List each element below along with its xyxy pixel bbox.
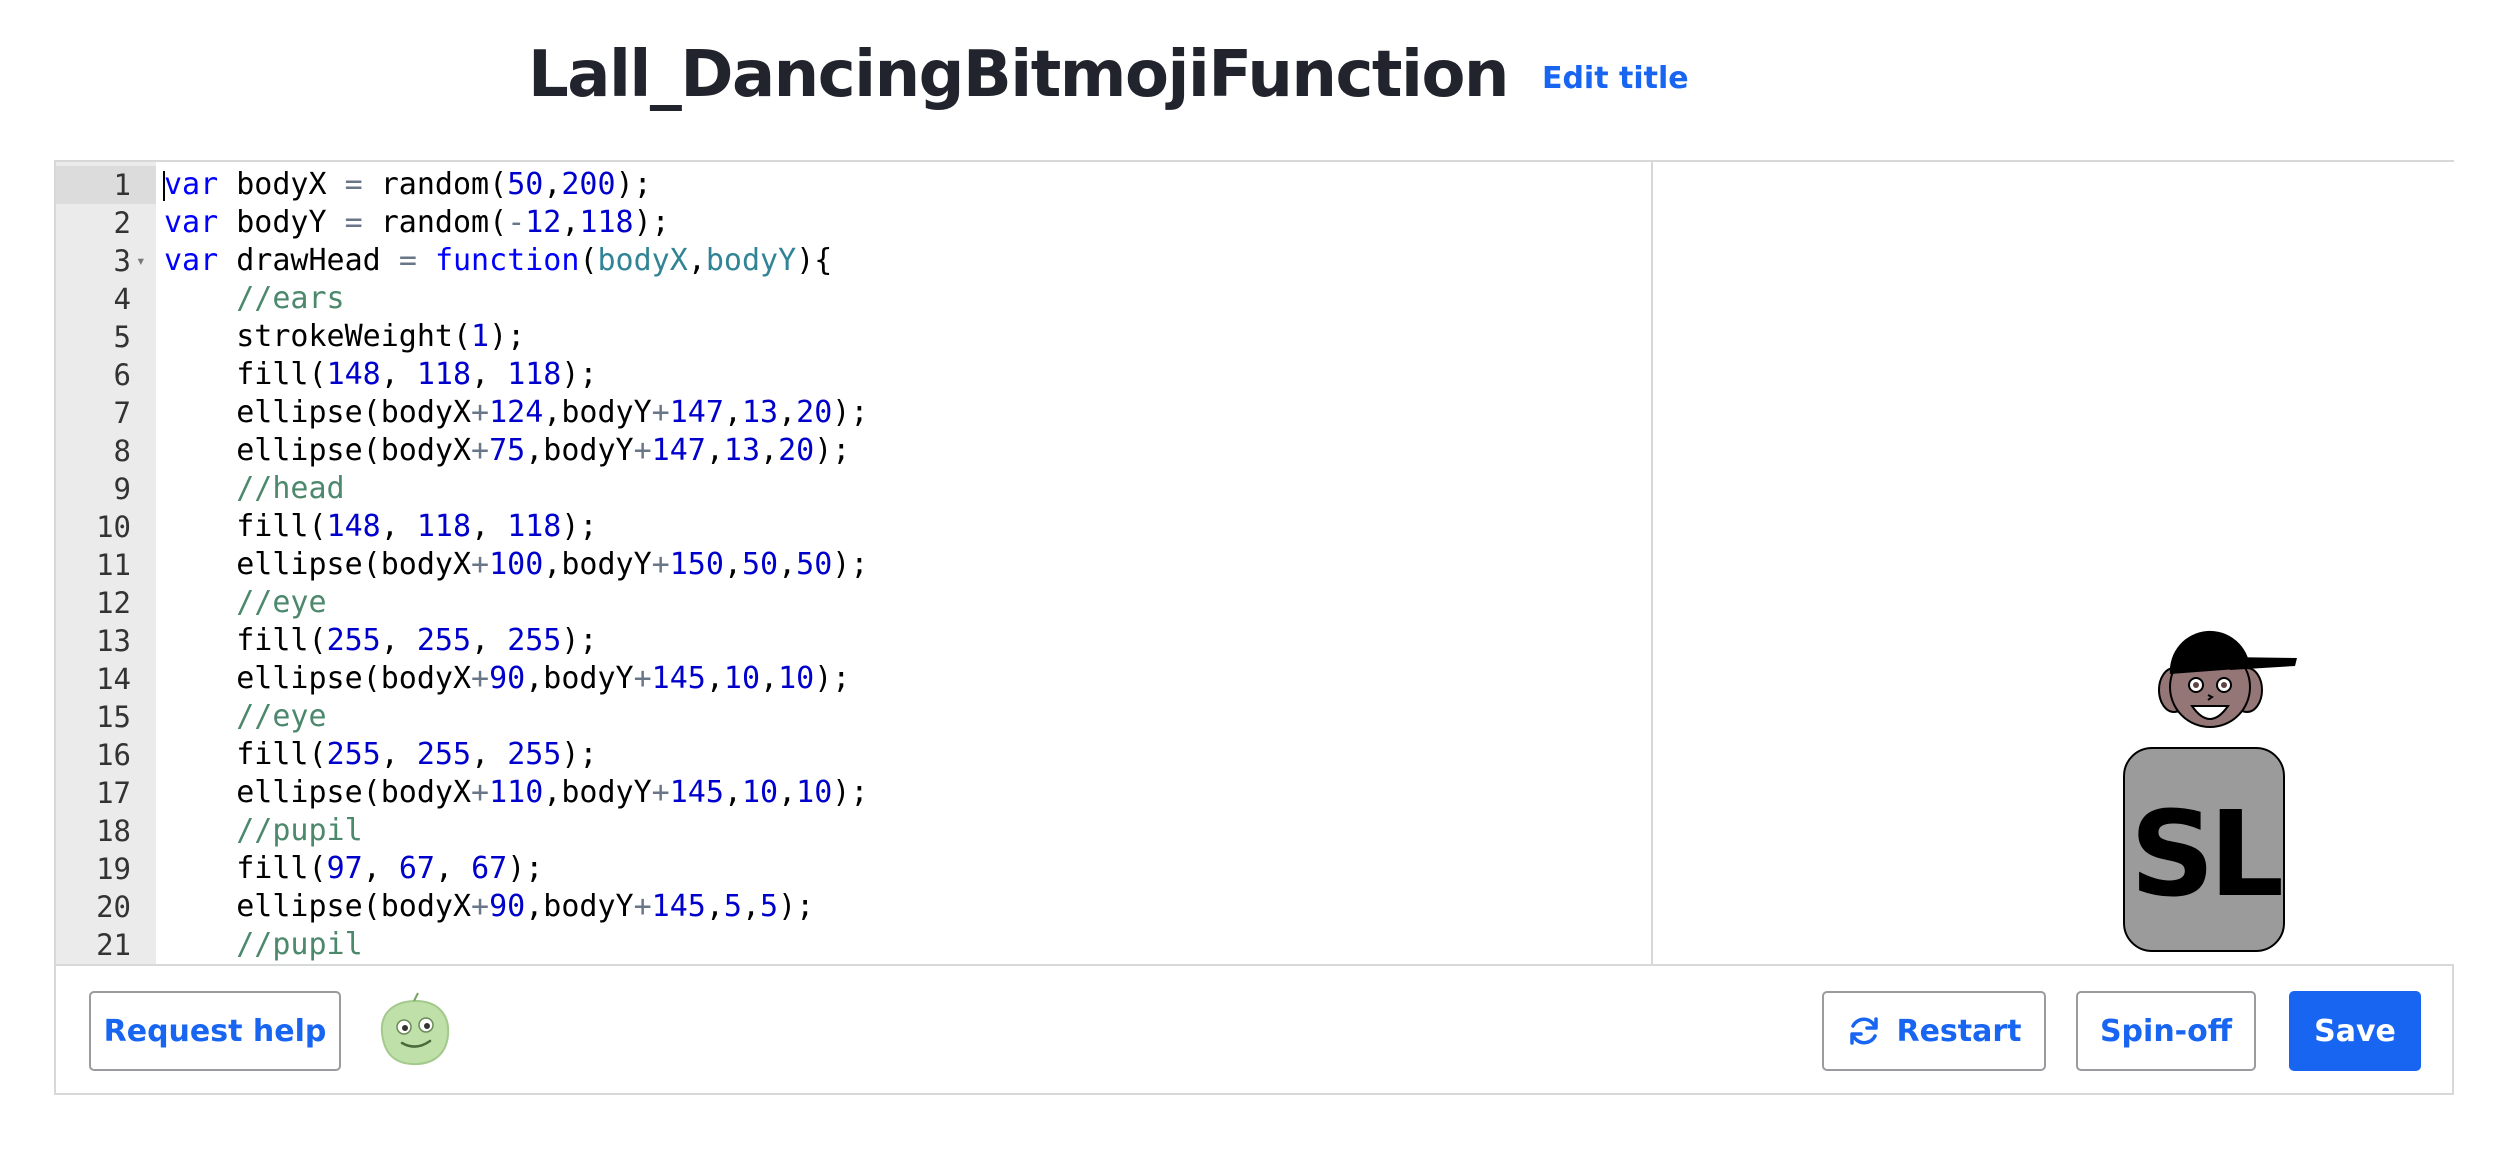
code-text: ellipse(bodyX+75,bodyY+147,13,20); [164, 433, 851, 468]
code-text: fill(97, 67, 67); [164, 851, 544, 886]
code-text: //eye [236, 699, 327, 734]
output-canvas[interactable]: SL [1655, 162, 2454, 964]
code-text: var bodyX = random(50,200); [164, 167, 652, 202]
code-text: //pupil [236, 813, 363, 848]
code-text: //ears [236, 281, 345, 316]
line-number: 19 [96, 852, 131, 886]
left-pupil [2193, 682, 2199, 688]
code-text: var bodyY = random(-12,118); [164, 205, 670, 240]
line-number: 3 [113, 244, 131, 278]
line-number: 13 [96, 624, 131, 658]
line-number: 11 [96, 548, 131, 582]
code-text: ellipse(bodyX+124,bodyY+147,13,20); [164, 395, 869, 430]
code-line[interactable]: 21 //pupil [56, 926, 1651, 964]
code-text: //head [236, 471, 345, 506]
canvas-drawing: SL [2123, 630, 2297, 952]
avatar-icon[interactable] [374, 991, 454, 1071]
code-text: strokeWeight(1); [164, 319, 526, 354]
shirt-text: SL [2130, 785, 2281, 923]
code-line[interactable]: 13 fill(255, 255, 255); [56, 622, 1651, 660]
title-bar: Lall_DancingBitmojiFunction Edit title [528, 30, 1689, 120]
workspace: 1 var bodyX = random(50,200); 2 var bodyY =… [54, 160, 2454, 1095]
code-text: ellipse(bodyX+110,bodyY+145,10,10); [164, 775, 869, 810]
line-number: 14 [96, 662, 131, 696]
fold-arrow-icon[interactable]: ▾ [136, 242, 146, 280]
code-line[interactable]: 4 //ears [56, 280, 1651, 318]
code-line[interactable]: 2 var bodyY = random(-12,118); [56, 204, 1651, 242]
restart-button[interactable]: Restart [1822, 991, 2046, 1071]
code-line[interactable]: 12 //eye [56, 584, 1651, 622]
code-line[interactable]: 3 ▾ var drawHead = function(bodyX,bodyY){ [56, 242, 1651, 280]
code-editor[interactable]: 1 var bodyX = random(50,200); 2 var bodyY =… [56, 162, 1653, 964]
right-pupil [2221, 682, 2227, 688]
line-number: 8 [113, 434, 131, 468]
code-text: fill(255, 255, 255); [164, 737, 598, 772]
code-text: //pupil [236, 927, 363, 962]
restart-icon [1846, 1013, 1882, 1049]
spin-off-button[interactable]: Spin-off [2076, 991, 2256, 1071]
code-text: var drawHead = function(bodyX,bodyY){ [164, 243, 833, 278]
code-text: ellipse(bodyX+100,bodyY+150,50,50); [164, 547, 869, 582]
code-line[interactable]: 20 ellipse(bodyX+90,bodyY+145,5,5); [56, 888, 1651, 926]
text-cursor [163, 171, 165, 201]
line-number: 6 [113, 358, 131, 392]
line-number: 20 [96, 890, 131, 924]
line-number: 9 [113, 472, 131, 506]
page-title: Lall_DancingBitmojiFunction [528, 38, 1509, 112]
code-line[interactable]: 8 ellipse(bodyX+75,bodyY+147,13,20); [56, 432, 1651, 470]
line-number: 17 [96, 776, 131, 810]
footer-toolbar: Request help Restart Spin-off Save [56, 964, 2452, 1095]
code-line[interactable]: 1 var bodyX = random(50,200); [56, 166, 1651, 204]
code-line[interactable]: 6 fill(148, 118, 118); [56, 356, 1651, 394]
edit-title-link[interactable]: Edit title [1542, 55, 1689, 96]
code-text: fill(148, 118, 118); [164, 357, 598, 392]
code-line[interactable]: 5 strokeWeight(1); [56, 318, 1651, 356]
code-line[interactable]: 9 //head [56, 470, 1651, 508]
line-number: 21 [96, 928, 131, 962]
code-text: ellipse(bodyX+90,bodyY+145,5,5); [164, 889, 815, 924]
line-number: 16 [96, 738, 131, 772]
line-number: 10 [96, 510, 131, 544]
code-text: fill(148, 118, 118); [164, 509, 598, 544]
code-line[interactable]: 18 //pupil [56, 812, 1651, 850]
line-number: 5 [113, 320, 131, 354]
code-line[interactable]: 16 fill(255, 255, 255); [56, 736, 1651, 774]
line-number: 7 [113, 396, 131, 430]
save-button[interactable]: Save [2289, 991, 2421, 1071]
code-text: //eye [236, 585, 327, 620]
code-text: ellipse(bodyX+90,bodyY+145,10,10); [164, 661, 851, 696]
line-number: 12 [96, 586, 131, 620]
line-number: 4 [113, 282, 131, 316]
request-help-button[interactable]: Request help [89, 991, 341, 1071]
line-number: 1 [56, 166, 156, 204]
code-line[interactable]: 10 fill(148, 118, 118); [56, 508, 1651, 546]
code-text: fill(255, 255, 255); [164, 623, 598, 658]
code-line[interactable]: 19 fill(97, 67, 67); [56, 850, 1651, 888]
code-line[interactable]: 14 ellipse(bodyX+90,bodyY+145,10,10); [56, 660, 1651, 698]
cap-brim [2225, 657, 2297, 670]
line-number: 15 [96, 700, 131, 734]
code-line[interactable]: 17 ellipse(bodyX+110,bodyY+145,10,10); [56, 774, 1651, 812]
code-line[interactable]: 7 ellipse(bodyX+124,bodyY+147,13,20); [56, 394, 1651, 432]
line-number: 18 [96, 814, 131, 848]
restart-label: Restart [1896, 1013, 2022, 1049]
code-line[interactable]: 11 ellipse(bodyX+100,bodyY+150,50,50); [56, 546, 1651, 584]
code-line[interactable]: 15 //eye [56, 698, 1651, 736]
line-number: 2 [113, 206, 131, 240]
